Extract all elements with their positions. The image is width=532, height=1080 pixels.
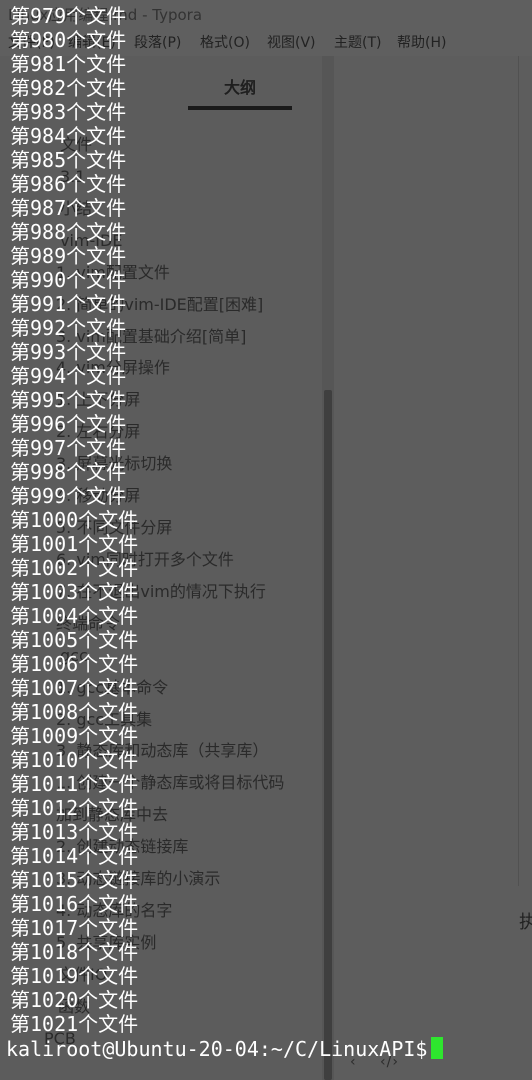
status-bar: ‹ ‹/›: [334, 1046, 532, 1080]
outline-item[interactable]: 5. 共享库实例: [56, 932, 156, 954]
outline-item[interactable]: 5. 不同文件分屏: [56, 517, 172, 539]
menu-theme[interactable]: 主题(T): [334, 30, 381, 56]
outline-item[interactable]: 2. 左右分屏: [56, 421, 140, 443]
menu-format[interactable]: 格式(O): [200, 30, 250, 56]
outline-item[interactable]: 2. 简单的vim-IDE配置[困难]: [56, 294, 263, 316]
menu-bar: 文件(F) 编辑(E) 段落(P) 格式(O) 视图(V) 主题(T) 帮助(H…: [0, 30, 532, 56]
outline-item[interactable]: 文件: [60, 134, 92, 156]
outline-item[interactable]: 1. 上下分屏: [56, 389, 140, 411]
outline-sidebar: 大纲 文件 3.1 小结 vim-IDE 1. vim配置文件 2. 简单的vim-IDE…: [0, 56, 334, 1080]
outline-item[interactable]: 3. 静态库和动态库（共享库）: [56, 740, 268, 762]
source-code-icon[interactable]: ‹/›: [380, 1054, 399, 1070]
outline-item[interactable]: 4. 动态库的名字: [56, 900, 172, 922]
chevron-left-icon[interactable]: ‹: [350, 1054, 356, 1070]
sidebar-scroll-thumb[interactable]: [324, 390, 332, 1080]
window-titlebar: Linux应用编程.md - Typora: [0, 0, 532, 30]
outline-item[interactable]: 加到静态库中去: [56, 804, 168, 826]
outline-item[interactable]: 1. vim配置文件: [56, 262, 170, 284]
screen: Linux应用编程.md - Typora 文件(F) 编辑(E) 段落(P) …: [0, 0, 532, 1080]
outline-item[interactable]: 函数: [58, 996, 90, 1018]
menu-view[interactable]: 视图(V): [267, 30, 316, 56]
typora-window: Linux应用编程.md - Typora 文件(F) 编辑(E) 段落(P) …: [0, 0, 532, 1080]
outline-item[interactable]: vim-IDE: [60, 230, 122, 252]
outline-item[interactable]: 3. 屏幕光标切换: [56, 453, 172, 475]
outline-item[interactable]: 1. gcc基本命令: [56, 677, 168, 699]
outline-item[interactable]: 4. vim分屏操作: [56, 357, 170, 379]
outline-item[interactable]: 文件IO: [58, 964, 107, 986]
tab-outline[interactable]: 大纲: [188, 74, 292, 98]
menu-help[interactable]: 帮助(H): [397, 30, 446, 56]
outline-item[interactable]: 1. 创建一个静态库或将目标代码: [56, 772, 284, 794]
outline-item[interactable]: PCB: [44, 1028, 76, 1050]
editor-partial-text: 执: [519, 912, 532, 933]
outline-item[interactable]: 6. vim同时打开多个文件: [56, 549, 234, 571]
outline-item[interactable]: 3.1: [60, 166, 85, 188]
window-title: Linux应用编程.md - Typora: [8, 6, 203, 24]
outline-item[interactable]: 小结: [60, 198, 92, 220]
tab-outline-underline: [188, 106, 292, 110]
outline-item[interactable]: 3. 动态链接库的小演示: [56, 868, 220, 890]
editor-divider: [518, 56, 519, 886]
menu-file[interactable]: 文件(F): [8, 30, 55, 56]
menu-edit[interactable]: 编辑(E): [68, 30, 116, 56]
outline-item[interactable]: 2. gcc工具集: [56, 709, 152, 731]
outline-item[interactable]: 3. vim配置基础介绍[简单]: [56, 326, 246, 348]
outline-item[interactable]: 7. 在不退出vim的情况下执行: [56, 581, 266, 603]
outline-item[interactable]: 2. 创建动态链接库: [56, 836, 188, 858]
menu-paragraph[interactable]: 段落(P): [134, 30, 181, 56]
outline-item[interactable]: gcc: [60, 645, 88, 667]
editor-pane[interactable]: [334, 56, 532, 1080]
outline-item[interactable]: 终端命令: [56, 613, 120, 635]
outline-item[interactable]: 4. 移动分屏: [56, 485, 140, 507]
